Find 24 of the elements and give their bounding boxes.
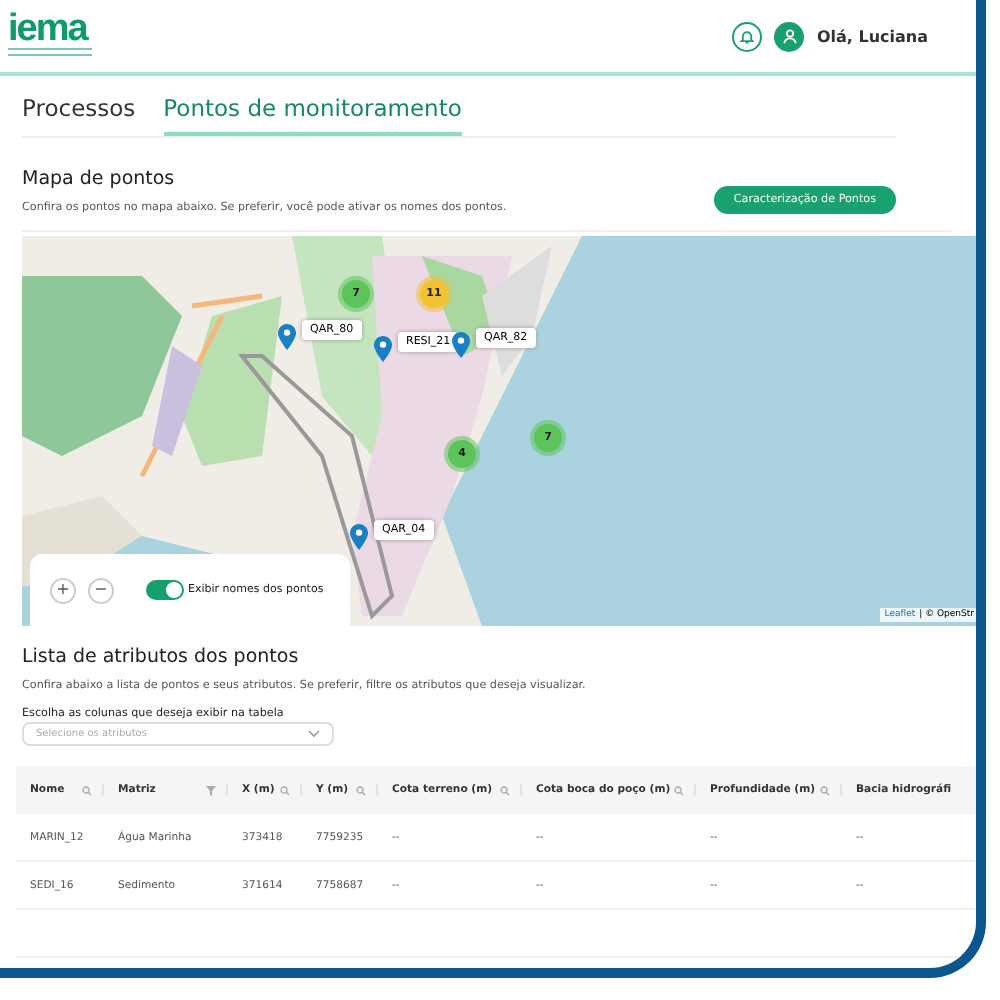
toggle-switch[interactable] — [146, 580, 184, 600]
tab[interactable]: Processos — [22, 88, 136, 136]
search-icon[interactable] — [356, 785, 366, 795]
notification-button[interactable] — [732, 21, 763, 51]
search-icon[interactable] — [280, 785, 290, 795]
search-icon[interactable] — [500, 785, 510, 795]
user-greeting[interactable]: Olá, Luciana — [816, 27, 928, 45]
map-pin-icon[interactable] — [452, 332, 470, 358]
zoom-in-button[interactable]: + — [50, 577, 76, 603]
logo-text: iema — [8, 12, 90, 48]
search-icon[interactable] — [82, 785, 92, 795]
map-pin-icon[interactable] — [278, 324, 296, 350]
tab[interactable]: Pontos de monitoramento — [163, 88, 462, 136]
section-title: Lista de atributos dos pontos — [22, 646, 301, 668]
zoom-out-button[interactable]: − — [88, 577, 114, 603]
bell-icon — [740, 29, 755, 43]
chevron-down-icon — [308, 730, 320, 738]
search-icon[interactable] — [820, 785, 830, 795]
user-avatar-icon[interactable] — [774, 21, 805, 51]
map-pin-icon[interactable] — [350, 524, 368, 550]
map-pin-icon[interactable] — [374, 336, 392, 362]
filter-icon[interactable] — [206, 785, 216, 795]
search-icon[interactable] — [674, 785, 684, 795]
section-title: Mapa de pontos — [22, 167, 177, 189]
